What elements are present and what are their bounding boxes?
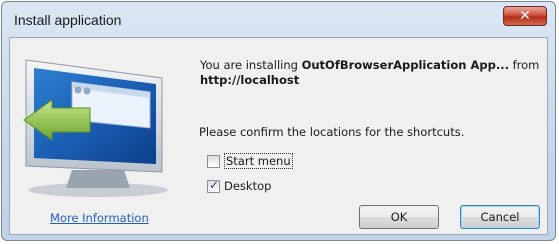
ok-button[interactable]: OK <box>359 205 439 229</box>
start-menu-checkbox[interactable] <box>207 154 220 168</box>
more-information-link[interactable]: More Information <box>50 211 149 225</box>
title-bar[interactable]: Install application ✕ <box>2 2 555 38</box>
dialog-title: Install application <box>14 12 122 28</box>
dialog-body: You are installing OutOfBrowserApplicati… <box>9 37 548 235</box>
install-dialog: Install application ✕ You are installing… <box>1 1 556 241</box>
cancel-button[interactable]: Cancel <box>460 205 540 229</box>
desktop-label[interactable]: Desktop <box>224 179 271 193</box>
start-menu-label[interactable]: Start menu <box>224 153 293 169</box>
start-menu-option[interactable]: Start menu <box>207 153 293 169</box>
desktop-checkbox[interactable]: ✓ <box>207 177 220 193</box>
desktop-option[interactable]: ✓ Desktop <box>207 178 271 194</box>
confirm-text: Please confirm the locations for the sho… <box>199 125 465 139</box>
checkmark-icon: ✓ <box>208 177 220 192</box>
message-middle: from <box>508 58 540 72</box>
message-prefix: You are installing <box>200 58 302 72</box>
monitor-with-install-arrow-icon <box>23 59 168 197</box>
close-icon: ✕ <box>519 8 531 24</box>
install-message: You are installing OutOfBrowserApplicati… <box>200 58 545 88</box>
source-url: http://localhost <box>200 73 300 87</box>
application-name: OutOfBrowserApplication App... <box>301 58 509 72</box>
close-button[interactable]: ✕ <box>503 6 547 26</box>
